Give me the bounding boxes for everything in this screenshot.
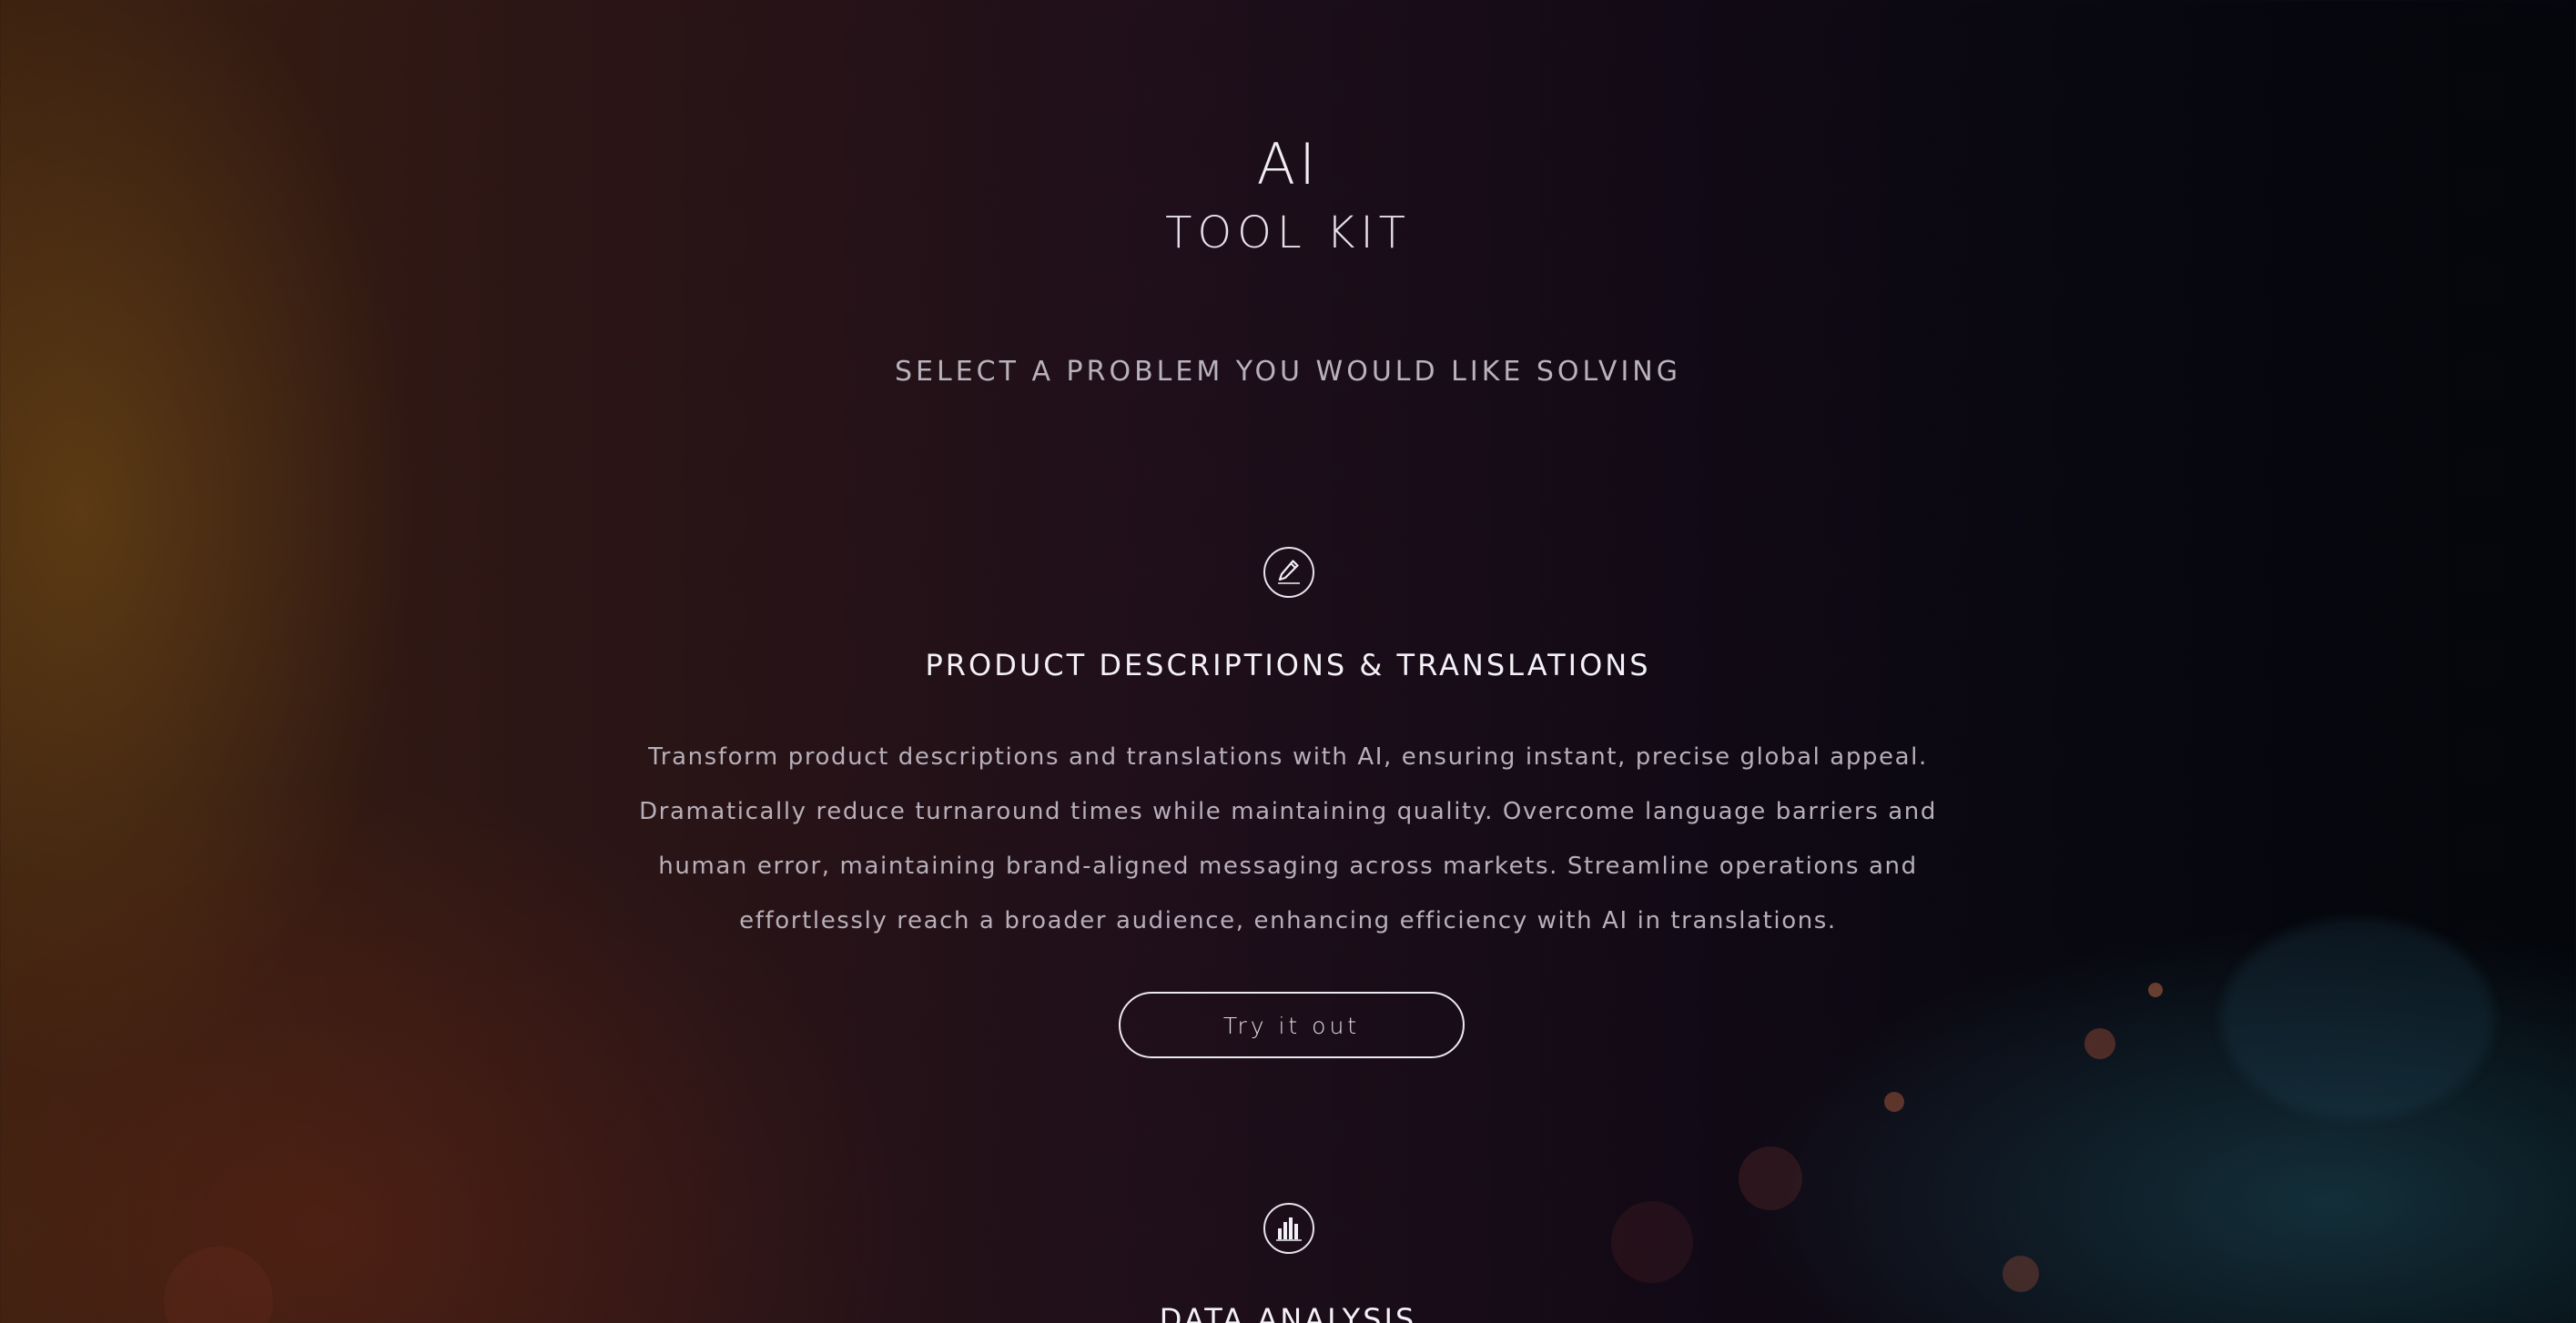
try-it-out-button[interactable]: Try it out <box>1119 992 1465 1058</box>
page: AI TOOL KIT SELECT A PROBLEM YOU WOULD L… <box>0 0 2576 1323</box>
tool-description: Transform product descriptions and trans… <box>639 743 1937 934</box>
page-title: AI <box>1256 131 1320 197</box>
page-subtitle: TOOL KIT <box>1165 207 1411 258</box>
bar-chart-icon <box>1263 1203 1314 1254</box>
pencil-icon <box>1263 547 1314 598</box>
tool-title: PRODUCT DESCRIPTIONS & TRANSLATIONS <box>925 648 1651 682</box>
tool-title: DATA ANALYSIS <box>1159 1302 1417 1323</box>
selection-prompt: SELECT A PROBLEM YOU WOULD LIKE SOLVING <box>895 356 1681 388</box>
